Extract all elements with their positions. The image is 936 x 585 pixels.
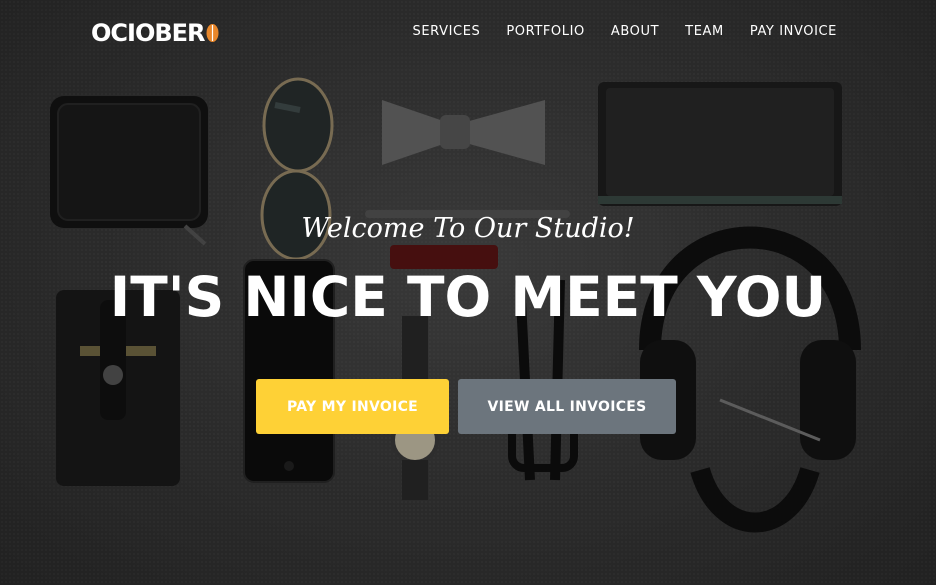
leaf-icon (206, 24, 219, 42)
hero-heading: IT'S NICE TO MEET YOU (109, 265, 827, 329)
nav-menu: SERVICES PORTFOLIO ABOUT TEAM PAY INVOIC… (413, 24, 838, 40)
hero-subheading: Welcome To Our Studio! (301, 213, 635, 244)
nav-item-about[interactable]: ABOUT (611, 24, 659, 40)
brand-logo-text: OCIOBER (91, 19, 206, 47)
hero-section: OCIOBER SERVICES PORTFOLIO ABOUT TEAM PA… (0, 0, 936, 585)
nav-item-services[interactable]: SERVICES (413, 24, 481, 40)
nav-item-team[interactable]: TEAM (685, 24, 724, 40)
main-navbar: OCIOBER SERVICES PORTFOLIO ABOUT TEAM PA… (0, 0, 936, 64)
nav-item-portfolio[interactable]: PORTFOLIO (506, 24, 585, 40)
nav-item-pay-invoice[interactable]: PAY INVOICE (750, 24, 837, 40)
view-all-invoices-button[interactable]: VIEW ALL INVOICES (458, 379, 676, 434)
brand-logo[interactable]: OCIOBER (91, 18, 219, 48)
pay-my-invoice-button[interactable]: PAY MY INVOICE (256, 379, 449, 434)
